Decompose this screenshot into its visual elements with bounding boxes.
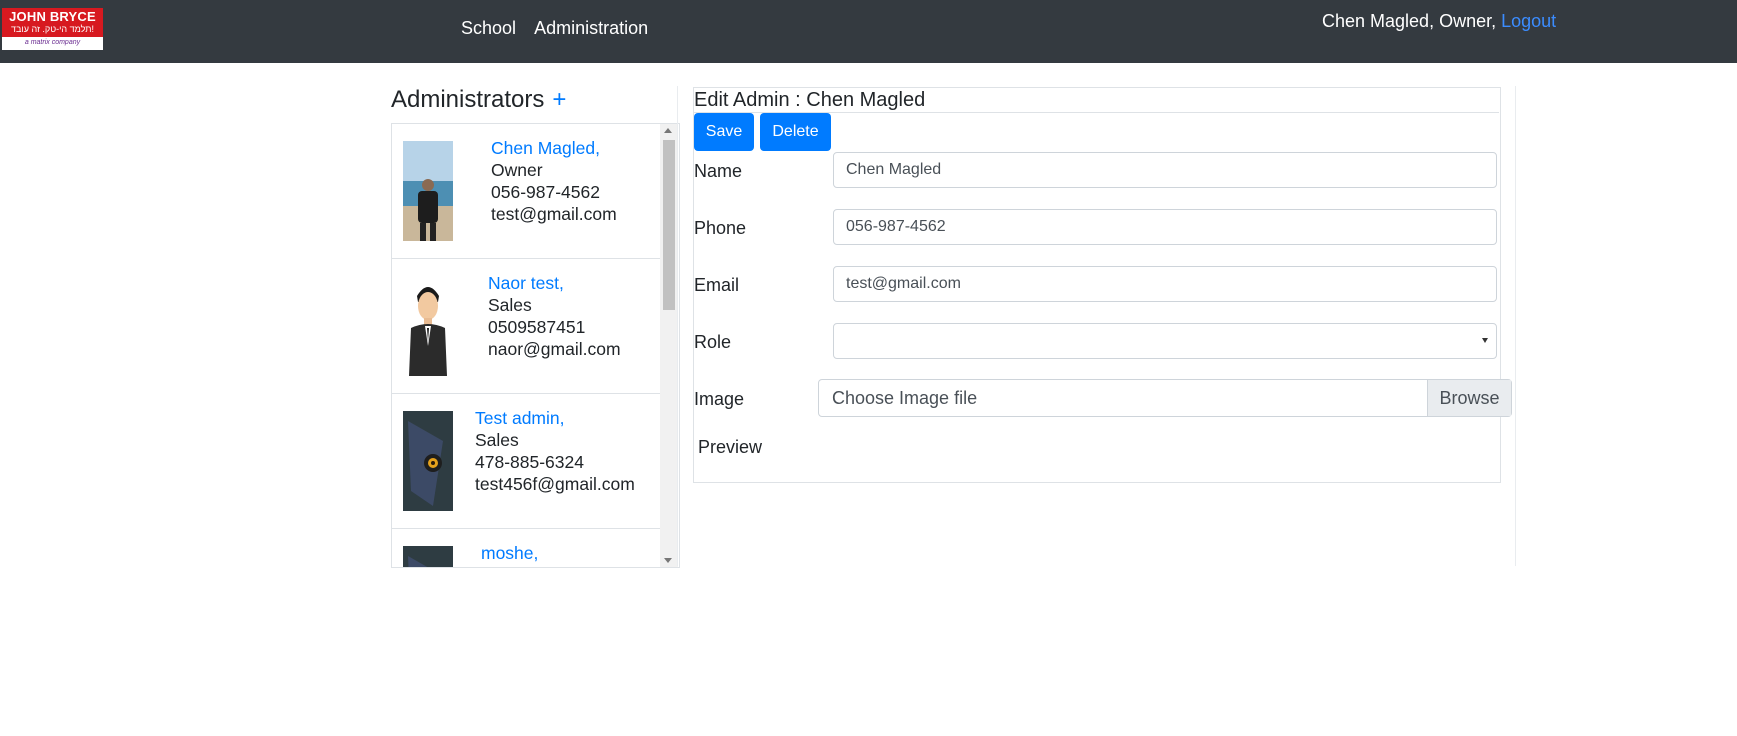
column-divider — [677, 86, 678, 566]
image-file-input[interactable]: Choose Image file Browse — [818, 379, 1512, 417]
administrators-heading: Administrators + — [391, 86, 566, 114]
logo-hebrew-tagline: תלמד הי-טק. זה עובד! — [11, 24, 94, 34]
admin-role: Owner — [491, 160, 543, 180]
role-select[interactable] — [833, 323, 1497, 359]
phone-field[interactable]: 056-987-4562 — [833, 209, 1497, 245]
admin-name-link[interactable]: Test admin, — [475, 407, 635, 429]
nav-link-administration[interactable]: Administration — [534, 18, 648, 38]
browse-button[interactable]: Browse — [1427, 380, 1511, 416]
column-divider — [1515, 86, 1516, 566]
name-label: Name — [694, 161, 743, 181]
add-admin-icon[interactable]: + — [552, 86, 566, 113]
email-label: Email — [694, 275, 740, 295]
name-field[interactable]: Chen Magled — [833, 152, 1497, 188]
logo-brand: JOHN BRYCE — [9, 9, 96, 24]
scroll-up-icon[interactable] — [664, 128, 672, 133]
current-user: Chen Magled, Owner, — [1322, 11, 1497, 31]
admin-card[interactable]: Test admin, Sales 478-885-6324 test456f@… — [392, 394, 660, 529]
admin-card[interactable]: Naor test, Sales 0509587451 naor@gmail.c… — [392, 259, 660, 394]
admin-phone: 056-987-4562 — [491, 182, 600, 202]
logo-company-tag: a matrix company — [24, 39, 81, 46]
preview-label: Preview — [698, 437, 763, 457]
admin-name-link[interactable]: moshe, — [481, 542, 538, 564]
save-button[interactable]: Save — [694, 113, 754, 151]
john-bryce-logo[interactable]: JOHN BRYCE תלמד הי-טק. זה עובד! a matrix… — [2, 8, 103, 50]
email-field[interactable]: test@gmail.com — [833, 266, 1497, 302]
dark-abstract-photo — [403, 546, 453, 567]
businessman-avatar — [403, 276, 453, 376]
scroll-down-icon[interactable] — [664, 558, 672, 563]
admin-info: moshe, — [481, 542, 538, 564]
image-label: Image — [694, 389, 745, 409]
nav-link-school[interactable]: School — [461, 18, 516, 38]
admin-email: naor@gmail.com — [488, 339, 621, 359]
scroll-thumb[interactable] — [663, 140, 675, 310]
admin-role: Sales — [475, 430, 519, 450]
phone-label: Phone — [694, 218, 747, 238]
admin-phone: 0509587451 — [488, 317, 586, 337]
admin-role: Sales — [488, 295, 532, 315]
admin-list[interactable]: Chen Magled, Owner 056-987-4562 test@gma… — [391, 123, 680, 568]
top-navbar: JOHN BRYCE תלמד הי-טק. זה עובד! a matrix… — [0, 0, 1737, 63]
delete-button[interactable]: Delete — [760, 113, 831, 151]
admin-email: test456f@gmail.com — [475, 474, 635, 494]
admin-phone: 478-885-6324 — [475, 452, 584, 472]
admin-name-link[interactable]: Naor test, — [488, 272, 621, 294]
admin-card[interactable]: moshe, — [392, 529, 660, 567]
admin-email: test@gmail.com — [491, 204, 617, 224]
admin-card[interactable]: Chen Magled, Owner 056-987-4562 test@gma… — [392, 124, 660, 259]
role-label: Role — [694, 332, 732, 352]
nav-links: School Administration — [461, 18, 662, 39]
admin-info: Naor test, Sales 0509587451 naor@gmail.c… — [488, 272, 621, 360]
beach-photo — [403, 141, 453, 241]
image-file-placeholder: Choose Image file — [832, 388, 978, 408]
admin-name-link[interactable]: Chen Magled, — [491, 137, 617, 159]
admin-info: Test admin, Sales 478-885-6324 test456f@… — [475, 407, 635, 495]
logout-link[interactable]: Logout — [1501, 11, 1556, 31]
administrators-title: Administrators — [391, 86, 545, 113]
admin-list-scrollbar[interactable] — [660, 124, 678, 567]
edit-admin-title: Edit Admin : Chen Magled — [694, 89, 926, 111]
admin-info: Chen Magled, Owner 056-987-4562 test@gma… — [491, 137, 617, 225]
user-info: Chen Magled, Owner, Logout — [1322, 11, 1556, 32]
chevron-down-icon — [1482, 338, 1488, 343]
dark-abstract-photo — [403, 411, 453, 511]
